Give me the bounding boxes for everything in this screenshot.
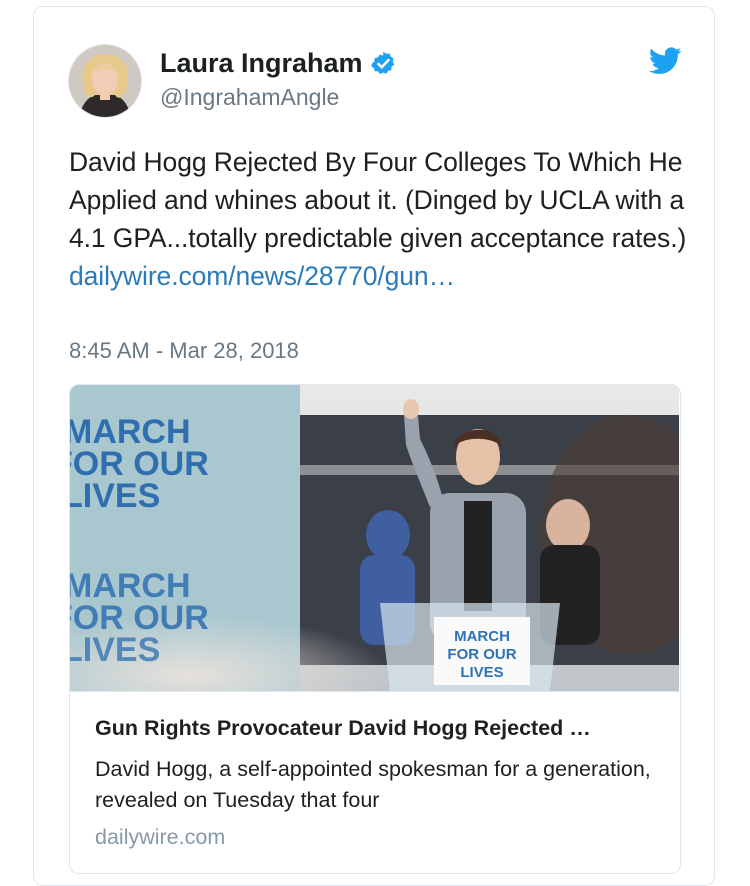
- banner-line6: LIVES: [70, 631, 160, 669]
- card-domain: dailywire.com: [95, 825, 226, 849]
- tweet-embed: Laura Ingraham @IngrahamAngle David Hogg…: [33, 6, 715, 886]
- author-handle[interactable]: @IngrahamAngle: [160, 83, 339, 111]
- card-image: MARCH FOR OUR LIVES MARCH FOR OUR LIVES …: [70, 385, 679, 691]
- podium-sign-line3: LIVES: [460, 664, 503, 681]
- podium-sign-line2: FOR OUR: [447, 646, 516, 663]
- banner-line3: LIVES: [70, 477, 160, 515]
- twitter-bird-icon[interactable]: [649, 47, 682, 75]
- card-description: David Hogg, a self-appointed spokesman f…: [95, 757, 651, 812]
- podium-sign-line1: MARCH: [454, 628, 510, 645]
- tweet-text: David Hogg Rejected By Four Colleges To …: [69, 143, 689, 295]
- card-title[interactable]: Gun Rights Provocateur David Hogg Reject…: [95, 716, 665, 741]
- verified-badge-icon: [370, 51, 394, 74]
- author-row: Laura Ingraham: [160, 47, 397, 79]
- avatar[interactable]: [69, 45, 141, 117]
- link-card[interactable]: MARCH FOR OUR LIVES MARCH FOR OUR LIVES …: [69, 384, 681, 874]
- author-name[interactable]: Laura Ingraham: [160, 47, 363, 79]
- avatar-image: [69, 45, 141, 117]
- tweet-timestamp[interactable]: 8:45 AM - Mar 28, 2018: [69, 338, 299, 364]
- tweet-body: David Hogg Rejected By Four Colleges To …: [69, 147, 687, 253]
- card-body[interactable]: Gun Rights Provocateur David Hogg Reject…: [70, 691, 679, 849]
- tweet-link[interactable]: dailywire.com/news/28770/gun…: [69, 257, 689, 295]
